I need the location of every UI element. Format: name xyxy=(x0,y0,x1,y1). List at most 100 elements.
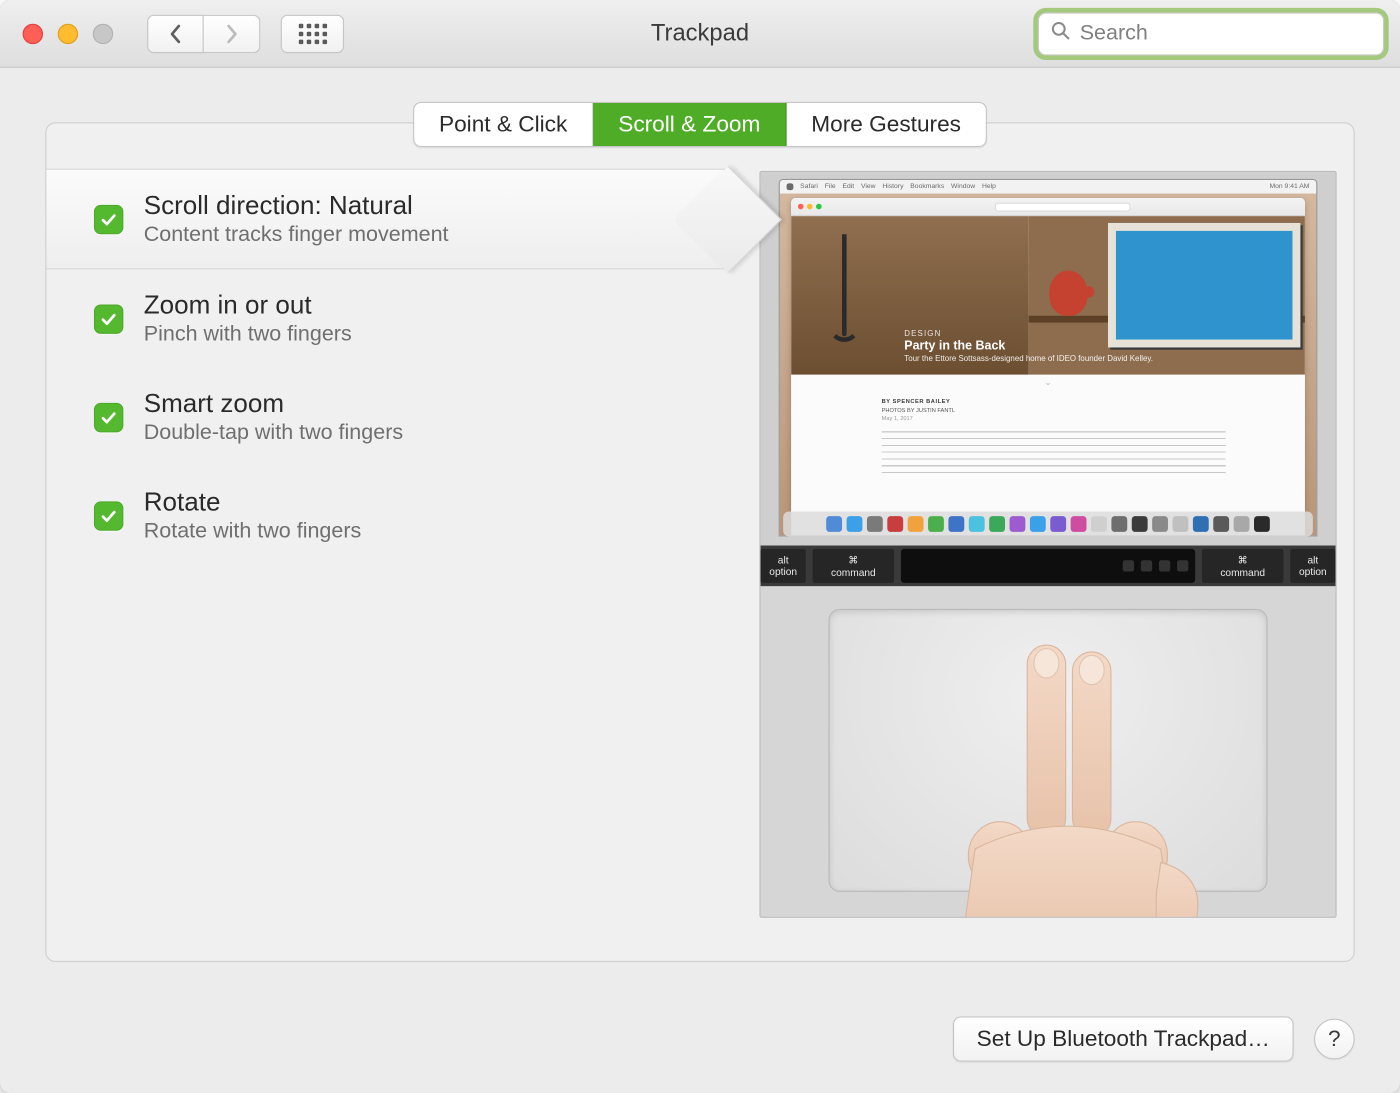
help-button[interactable]: ? xyxy=(1314,1019,1355,1060)
chevron-left-icon xyxy=(168,23,184,43)
window: Trackpad Search Point & Click Scroll & Z… xyxy=(0,0,1400,1093)
checkbox-rotate[interactable] xyxy=(94,501,123,530)
preview-screen: Safari File Edit View History Bookmarks … xyxy=(779,179,1318,537)
search-icon xyxy=(1050,20,1070,47)
dock-app-icon xyxy=(847,516,863,532)
search-placeholder: Search xyxy=(1080,21,1148,46)
chevron-down-icon: ⌄ xyxy=(791,377,1305,387)
checkbox-zoom-in-out[interactable] xyxy=(94,304,123,333)
option-text: Scroll direction: Natural Content tracks… xyxy=(144,190,449,248)
preview-hero-sub: Tour the Ettore Sottsass-designed home o… xyxy=(904,355,1271,363)
key-option-right: alt option xyxy=(1290,549,1335,583)
key-option-left: alt option xyxy=(761,549,806,583)
preview-menubar: Safari File Edit View History Bookmarks … xyxy=(780,180,1316,194)
titlebar: Trackpad Search xyxy=(0,0,1400,68)
tab-point-and-click[interactable]: Point & Click xyxy=(414,103,593,146)
option-text: Zoom in or out Pinch with two fingers xyxy=(144,290,352,348)
dock-app-icon xyxy=(928,516,944,532)
check-icon xyxy=(100,310,118,328)
nav-buttons xyxy=(147,14,260,52)
option-subtitle: Content tracks finger movement xyxy=(144,223,449,248)
zoom-window-button[interactable] xyxy=(93,23,113,43)
menubar-item: Bookmarks xyxy=(910,183,944,190)
close-window-button[interactable] xyxy=(23,23,43,43)
check-icon xyxy=(100,408,118,426)
setup-bluetooth-trackpad-button[interactable]: Set Up Bluetooth Trackpad… xyxy=(953,1016,1294,1061)
show-all-preferences-button[interactable] xyxy=(281,14,344,52)
option-subtitle: Double-tap with two fingers xyxy=(144,421,403,446)
help-icon: ? xyxy=(1328,1026,1341,1052)
preview-byline: BY SPENCER BAILEY xyxy=(882,398,1226,406)
dock-app-icon xyxy=(1030,516,1046,532)
key-command-left: ⌘ command xyxy=(813,549,894,583)
option-title: Scroll direction: Natural xyxy=(144,190,449,221)
preview-dock xyxy=(783,512,1313,537)
dock-app-icon xyxy=(989,516,1005,532)
dock-app-icon xyxy=(1254,516,1270,532)
option-scroll-direction[interactable]: Scroll direction: Natural Content tracks… xyxy=(46,169,725,270)
option-subtitle: Rotate with two fingers xyxy=(144,519,362,544)
settings-panel: Scroll direction: Natural Content tracks… xyxy=(45,122,1354,962)
dock-app-icon xyxy=(826,516,842,532)
tab-scroll-and-zoom[interactable]: Scroll & Zoom xyxy=(593,103,786,146)
dock-app-icon xyxy=(1071,516,1087,532)
option-title: Rotate xyxy=(144,487,362,518)
minimize-window-button[interactable] xyxy=(58,23,78,43)
preview-box: Safari File Edit View History Bookmarks … xyxy=(759,171,1336,918)
dock-app-icon xyxy=(1010,516,1026,532)
dock-app-icon xyxy=(1050,516,1066,532)
content: Point & Click Scroll & Zoom More Gesture… xyxy=(0,68,1400,1001)
preview-touchbar xyxy=(901,549,1195,583)
option-smart-zoom[interactable]: Smart zoom Double-tap with two fingers xyxy=(69,368,725,466)
menubar-item: Safari xyxy=(800,183,818,190)
tab-more-gestures[interactable]: More Gestures xyxy=(786,103,985,146)
preview-safari-window: DESIGN Party in the Back Tour the Ettore… xyxy=(791,198,1305,535)
check-icon xyxy=(100,210,118,228)
menubar-item: History xyxy=(882,183,903,190)
dock-app-icon xyxy=(908,516,924,532)
option-title: Smart zoom xyxy=(144,388,403,419)
menubar-item: Edit xyxy=(842,183,854,190)
preview-url-bar xyxy=(994,202,1130,211)
dock-app-icon xyxy=(887,516,903,532)
preview-credit: PHOTOS BY JUSTIN FANTL xyxy=(882,407,1226,415)
menubar-status: Mon 9:41 AM xyxy=(1269,183,1309,190)
option-subtitle: Pinch with two fingers xyxy=(144,323,352,348)
dock-app-icon xyxy=(1173,516,1189,532)
menubar-item: File xyxy=(825,183,836,190)
dock-app-icon xyxy=(1234,516,1250,532)
window-traffic-lights xyxy=(23,23,114,43)
option-rotate[interactable]: Rotate Rotate with two fingers xyxy=(69,466,725,564)
option-zoom-in-out[interactable]: Zoom in or out Pinch with two fingers xyxy=(69,269,725,367)
gesture-preview: Safari File Edit View History Bookmarks … xyxy=(759,171,1336,918)
dock-app-icon xyxy=(867,516,883,532)
preview-trackpad-area xyxy=(761,586,1336,916)
tab-bar: Point & Click Scroll & Zoom More Gesture… xyxy=(45,102,1354,147)
chevron-right-icon xyxy=(224,23,240,43)
menubar-item: Window xyxy=(951,183,975,190)
grid-icon xyxy=(298,23,326,43)
menubar-item: View xyxy=(861,183,876,190)
check-icon xyxy=(100,506,118,524)
dock-app-icon xyxy=(1111,516,1127,532)
preview-hero: DESIGN Party in the Back Tour the Ettore… xyxy=(791,216,1305,374)
apple-menu-icon xyxy=(787,183,794,190)
preview-keyboard: alt option ⌘ command ⌘ xyxy=(761,546,1336,587)
search-input[interactable]: Search xyxy=(1038,12,1384,55)
options-list: Scroll direction: Natural Content tracks… xyxy=(69,169,725,565)
preview-hero-kicker: DESIGN xyxy=(904,330,1271,338)
checkbox-smart-zoom[interactable] xyxy=(94,402,123,431)
dock-app-icon xyxy=(1132,516,1148,532)
option-text: Rotate Rotate with two fingers xyxy=(144,487,362,545)
back-button[interactable] xyxy=(147,14,204,52)
vase-icon xyxy=(1049,270,1087,315)
checkbox-scroll-direction[interactable] xyxy=(94,204,123,233)
forward-button[interactable] xyxy=(204,14,261,52)
hand-icon xyxy=(919,634,1213,918)
dock-app-icon xyxy=(1152,516,1168,532)
dock-app-icon xyxy=(1091,516,1107,532)
dock-app-icon xyxy=(1193,516,1209,532)
preview-date: May 1, 2017 xyxy=(882,415,1226,423)
tv-icon xyxy=(1108,223,1300,347)
preview-hero-title: Party in the Back xyxy=(904,340,1271,354)
